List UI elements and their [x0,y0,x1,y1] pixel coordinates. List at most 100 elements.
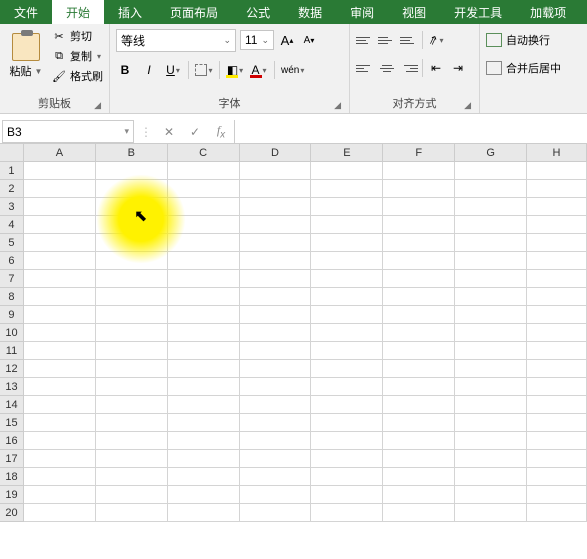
font-color-button[interactable]: A▾ [250,59,268,81]
cell[interactable] [455,378,527,396]
align-left-button[interactable] [356,59,374,77]
row-header[interactable]: 12 [0,360,24,378]
column-header[interactable]: B [96,144,168,162]
cell[interactable] [168,468,240,486]
enter-button[interactable]: ✓ [182,120,208,143]
cell[interactable] [96,216,168,234]
cell[interactable] [383,288,455,306]
cell[interactable] [240,180,312,198]
cell[interactable] [383,468,455,486]
column-header[interactable]: E [311,144,383,162]
cell[interactable] [383,306,455,324]
cell[interactable] [168,396,240,414]
cell[interactable] [383,234,455,252]
dialog-launcher-icon[interactable]: ◢ [94,100,101,111]
cell[interactable] [24,324,96,342]
cell[interactable] [527,252,587,270]
cell[interactable] [527,270,587,288]
column-header[interactable]: F [383,144,455,162]
cell[interactable] [311,486,383,504]
cell[interactable] [96,486,168,504]
cell[interactable] [527,360,587,378]
cell[interactable] [24,504,96,522]
cell[interactable] [311,306,383,324]
cell[interactable] [96,396,168,414]
cell[interactable] [311,504,383,522]
cell[interactable] [527,306,587,324]
cell[interactable] [311,198,383,216]
cell[interactable] [455,252,527,270]
name-box[interactable]: B3 ▾ [2,120,134,143]
cell[interactable] [240,162,312,180]
cell[interactable] [96,432,168,450]
cell[interactable] [527,504,587,522]
cell[interactable] [168,234,240,252]
cell[interactable] [383,396,455,414]
cell[interactable] [24,432,96,450]
increase-font-button[interactable]: A▴ [278,29,296,51]
tab-page-layout[interactable]: 页面布局 [156,0,232,24]
row-header[interactable]: 19 [0,486,24,504]
insert-function-button[interactable]: fx [208,120,234,143]
cell[interactable] [96,504,168,522]
cell[interactable] [168,216,240,234]
italic-button[interactable]: I [140,59,158,81]
cell[interactable] [168,180,240,198]
row-header[interactable]: 11 [0,342,24,360]
cell[interactable] [24,234,96,252]
cell[interactable] [455,360,527,378]
cell[interactable] [24,450,96,468]
cell[interactable] [311,162,383,180]
cell[interactable] [96,306,168,324]
column-header[interactable]: A [24,144,96,162]
cell[interactable] [240,324,312,342]
cell[interactable] [168,342,240,360]
cell[interactable] [168,360,240,378]
cell[interactable] [168,252,240,270]
tab-formulas[interactable]: 公式 [232,0,284,24]
cell[interactable] [455,396,527,414]
cell[interactable] [24,486,96,504]
align-top-button[interactable] [356,31,374,49]
cell[interactable] [24,216,96,234]
cell[interactable] [527,234,587,252]
cell[interactable] [383,180,455,198]
row-header[interactable]: 6 [0,252,24,270]
cell[interactable] [527,396,587,414]
wrap-text-button[interactable]: 自动换行 [486,26,550,54]
cell[interactable] [24,162,96,180]
tab-data[interactable]: 数据 [284,0,336,24]
cut-button[interactable]: ✂ 剪切 [52,28,103,44]
dialog-launcher-icon[interactable]: ◢ [334,100,341,111]
row-header[interactable]: 13 [0,378,24,396]
cell[interactable] [96,414,168,432]
cell[interactable] [527,342,587,360]
cell[interactable] [455,450,527,468]
cell[interactable] [96,342,168,360]
align-right-button[interactable] [400,59,418,77]
cell[interactable] [96,468,168,486]
cell[interactable] [383,414,455,432]
cell[interactable] [455,432,527,450]
cell[interactable] [311,270,383,288]
tab-developer[interactable]: 开发工具 [440,0,516,24]
cell[interactable] [240,486,312,504]
tab-view[interactable]: 视图 [388,0,440,24]
row-header[interactable]: 1 [0,162,24,180]
cell[interactable] [311,360,383,378]
cell[interactable] [168,270,240,288]
cancel-button[interactable]: ✕ [156,120,182,143]
cell[interactable] [96,270,168,288]
cell[interactable] [240,198,312,216]
cell[interactable] [96,360,168,378]
cell[interactable] [168,198,240,216]
cell[interactable] [311,180,383,198]
cell[interactable] [527,180,587,198]
cell[interactable] [455,180,527,198]
cell[interactable] [240,234,312,252]
cell[interactable] [96,198,168,216]
cell[interactable] [24,270,96,288]
cell[interactable] [311,432,383,450]
cell[interactable] [311,252,383,270]
cell[interactable] [24,360,96,378]
